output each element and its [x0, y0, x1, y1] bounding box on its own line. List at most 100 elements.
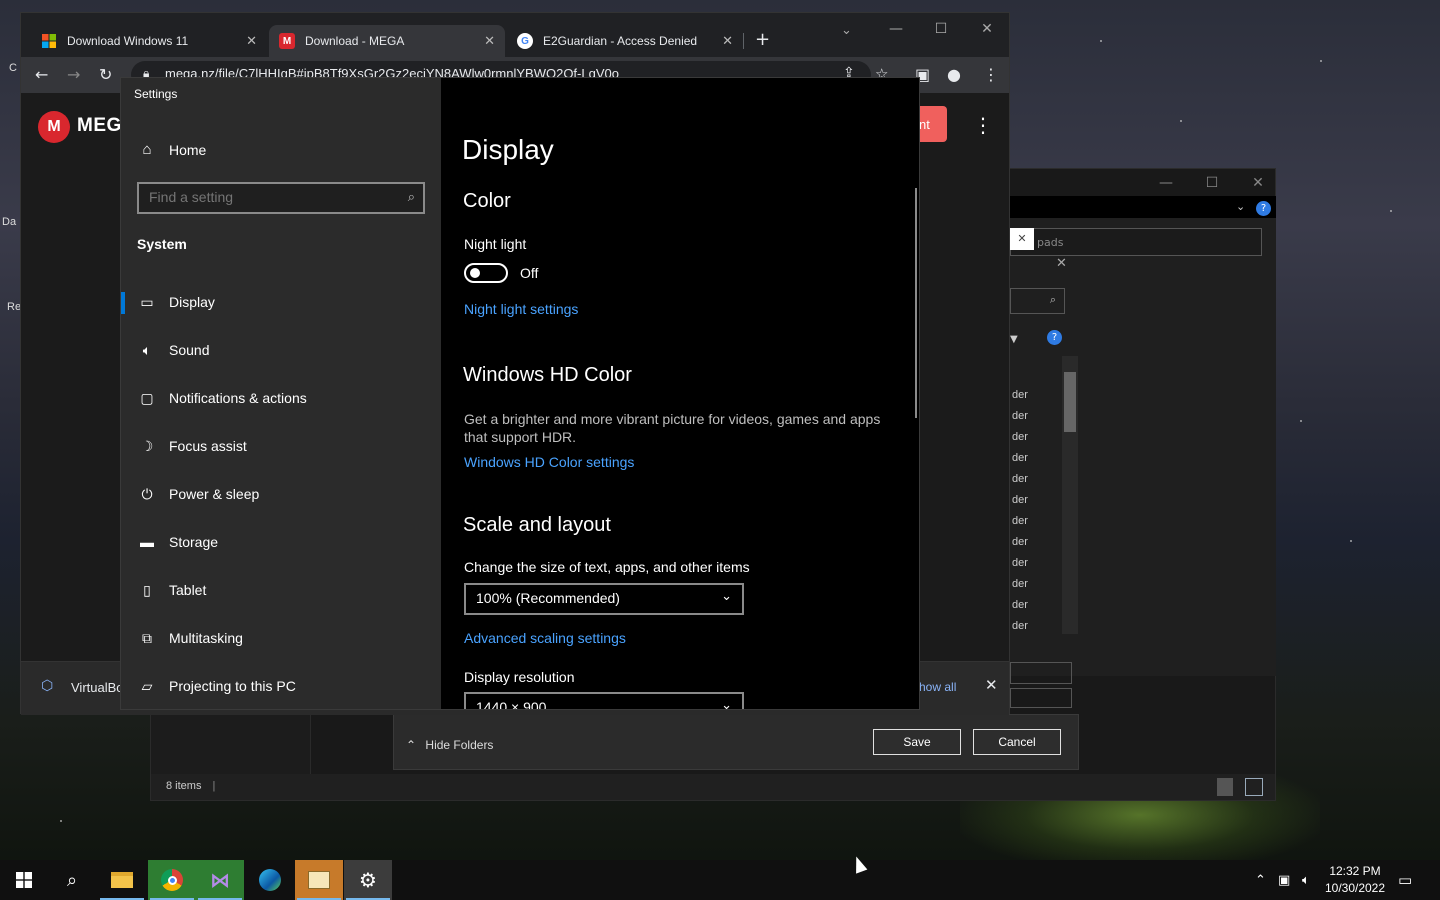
taskbar-visual-studio[interactable]: ⋈ — [196, 860, 244, 900]
search-button[interactable]: ⌕ — [48, 860, 96, 900]
list-item[interactable]: der — [1012, 620, 1028, 632]
new-tab-icon[interactable]: + — [755, 29, 770, 50]
nav-home[interactable]: ⌂ Home — [137, 141, 206, 158]
path-input[interactable]: pads — [1010, 228, 1262, 256]
search-box[interactable]: ⌕ — [137, 182, 425, 214]
download-item[interactable]: VirtualBo — [71, 680, 124, 695]
maximize-icon[interactable]: ☐ — [1197, 175, 1227, 191]
close-icon[interactable]: ✕ — [1056, 256, 1067, 271]
back-icon[interactable]: ← — [35, 65, 48, 84]
volume-icon[interactable]: 🔈︎ — [1302, 860, 1310, 900]
scrollbar[interactable] — [1062, 356, 1078, 634]
tab-search-icon[interactable]: ⌄ — [841, 23, 852, 38]
virtualbox-icon: ⬡ — [41, 678, 54, 694]
minimize-icon[interactable]: — — [1151, 175, 1181, 191]
action-center-icon[interactable]: ▭ — [1398, 860, 1412, 900]
close-icon[interactable]: ✕ — [246, 33, 257, 49]
filename-dropdown[interactable] — [1010, 662, 1072, 684]
close-icon[interactable]: ✕ — [985, 676, 998, 694]
reload-icon[interactable]: ↻ — [99, 65, 112, 84]
search-input[interactable] — [149, 189, 389, 205]
tab-e2guardian[interactable]: G E2Guardian - Access Denied ✕ — [507, 25, 743, 57]
nav-item-notifications[interactable]: ▢ Notifications & actions — [121, 378, 441, 418]
taskbar-settings[interactable]: ⚙ — [344, 860, 392, 900]
help-icon[interactable]: ? — [1047, 330, 1062, 345]
menu-icon[interactable]: ⋮ — [983, 65, 999, 84]
taskbar-chrome[interactable] — [148, 860, 196, 900]
dropdown-arrow-icon[interactable]: ▼ — [1010, 334, 1018, 345]
clock-time: 12:32 PM — [1329, 864, 1381, 878]
settings-window: Settings ⌂ Home ⌕ System ▭ Display 🔈︎ So… — [120, 77, 920, 710]
resolution-dropdown[interactable]: 1440 × 900 ⌄ — [464, 692, 744, 709]
chevron-down-icon[interactable]: ⌄ — [1236, 200, 1245, 213]
clock[interactable]: 12:32 PM 10/30/2022 — [1322, 863, 1388, 897]
desktop-icon-label[interactable]: C — [9, 62, 17, 74]
tiles-view-icon[interactable] — [1245, 778, 1263, 796]
scale-dropdown[interactable]: 100% (Recommended) ⌄ — [464, 583, 744, 615]
list-item[interactable]: der — [1012, 431, 1028, 443]
nav-item-projecting[interactable]: ▱ Projecting to this PC — [121, 666, 441, 706]
nav-item-display[interactable]: ▭ Display — [121, 282, 441, 322]
network-icon[interactable]: ▣ — [1278, 860, 1290, 900]
chevron-up-icon: ⌃ — [406, 738, 417, 752]
nav-item-power-sleep[interactable]: ⏻ Power & sleep — [121, 474, 441, 514]
nav-item-storage[interactable]: ▬ Storage — [121, 522, 441, 562]
filetype-dropdown[interactable] — [1010, 688, 1072, 708]
list-item[interactable]: der — [1012, 515, 1028, 527]
details-view-icon[interactable] — [1217, 778, 1233, 796]
night-light-toggle[interactable] — [464, 263, 508, 283]
cancel-button[interactable]: Cancel — [973, 729, 1061, 755]
list-item[interactable]: der — [1012, 494, 1028, 506]
close-icon[interactable]: ✕ — [722, 33, 733, 49]
show-hidden-icons[interactable]: ⌃ — [1255, 860, 1266, 900]
profile-icon[interactable]: ● — [947, 65, 961, 84]
list-item[interactable]: der — [1012, 410, 1028, 422]
list-item[interactable]: der — [1012, 389, 1028, 401]
show-all-link[interactable]: how all — [919, 680, 956, 694]
close-icon[interactable]: ✕ — [1243, 175, 1273, 191]
mega-brand[interactable]: MEG — [77, 115, 122, 137]
forward-icon[interactable]: → — [67, 65, 80, 84]
scrollbar[interactable] — [915, 188, 917, 418]
list-item[interactable]: der — [1012, 473, 1028, 485]
visual-studio-icon: ⋈ — [210, 868, 230, 892]
list-item[interactable]: der — [1012, 536, 1028, 548]
save-button[interactable]: Save — [873, 729, 961, 755]
advanced-scaling-link[interactable]: Advanced scaling settings — [464, 630, 626, 646]
tab-download-mega[interactable]: M Download - MEGA ✕ — [269, 25, 505, 57]
help-icon[interactable]: ? — [1256, 201, 1271, 216]
start-button[interactable] — [0, 860, 48, 900]
storage-icon: ▬ — [140, 534, 154, 550]
menu-icon[interactable]: ⋮ — [973, 113, 993, 137]
hd-color-heading: Windows HD Color — [463, 364, 632, 386]
maximize-icon[interactable]: ☐ — [926, 21, 956, 37]
list-item[interactable]: der — [1012, 599, 1028, 611]
list-item[interactable]: der — [1012, 578, 1028, 590]
list-item[interactable]: der — [1012, 452, 1028, 464]
list-item[interactable]: der — [1012, 557, 1028, 569]
hide-folders-button[interactable]: ⌃ Hide Folders — [406, 738, 493, 752]
close-icon[interactable]: ✕ — [484, 33, 495, 49]
hd-color-settings-link[interactable]: Windows HD Color settings — [464, 454, 634, 470]
taskbar-edge[interactable] — [246, 860, 294, 900]
taskbar-installer[interactable] — [295, 860, 343, 900]
nav-item-focus-assist[interactable]: ☽ Focus assist — [121, 426, 441, 466]
tab-download-windows[interactable]: Download Windows 11 ✕ — [31, 25, 267, 57]
search-icon[interactable]: ⌕ — [408, 189, 415, 205]
notification-icon: ▢ — [140, 389, 154, 406]
nav-item-tablet[interactable]: ▯ Tablet — [121, 570, 441, 610]
clear-icon[interactable]: ✕ — [1010, 228, 1034, 250]
taskbar-file-explorer[interactable] — [98, 860, 146, 900]
desktop-icon-label[interactable]: Da — [2, 216, 16, 228]
desktop-icon-label[interactable]: Re — [7, 301, 21, 313]
night-light-settings-link[interactable]: Night light settings — [464, 301, 578, 317]
night-light-label: Night light — [464, 236, 527, 252]
tablet-icon: ▯ — [143, 581, 151, 598]
close-icon[interactable]: ✕ — [972, 21, 1002, 37]
minimize-icon[interactable]: — — [881, 21, 911, 37]
nav-item-sound[interactable]: 🔈︎ Sound — [121, 330, 441, 370]
mega-logo-icon[interactable]: M — [38, 111, 70, 143]
nav-item-multitasking[interactable]: ⧉ Multitasking — [121, 618, 441, 658]
search-field[interactable]: ⌕ — [1010, 288, 1065, 314]
minimize-icon[interactable]: — — [911, 84, 919, 100]
